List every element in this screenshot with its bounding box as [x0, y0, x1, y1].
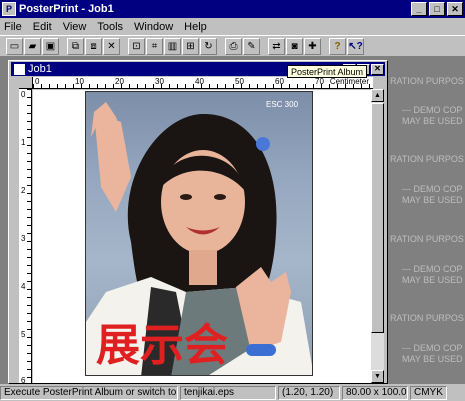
- duplicate-icon[interactable]: ⧈: [85, 37, 102, 55]
- ruler-unit: Centimeter: [329, 77, 369, 86]
- ruler-corner: [19, 77, 33, 89]
- scroll-up-arrow[interactable]: ▲: [371, 89, 384, 102]
- watermark-line: RATION PURPOS: [390, 76, 464, 86]
- menu-bar: File Edit View Tools Window Help: [0, 18, 465, 35]
- tiles-icon[interactable]: ⊞: [182, 37, 199, 55]
- ruler-tick-label: 0: [21, 90, 26, 99]
- menu-view[interactable]: View: [63, 21, 87, 33]
- menu-tools[interactable]: Tools: [97, 21, 123, 33]
- minimize-button[interactable]: _: [411, 2, 427, 16]
- app-window: P PosterPrint - Job1 _ □ ✕ File Edit Vie…: [0, 0, 465, 401]
- save-icon[interactable]: ▣: [42, 37, 59, 55]
- refresh-icon[interactable]: ↻: [200, 37, 217, 55]
- demo-watermark-pane: RATION PURPOS --- DEMO COP MAY BE USED R…: [388, 57, 465, 384]
- watermark-line: RATION PURPOS: [390, 234, 464, 244]
- watermark-line: --- DEMO COP: [402, 264, 463, 274]
- doc-close-button[interactable]: ✕: [371, 63, 384, 75]
- context-help-icon[interactable]: ↖?: [347, 37, 364, 55]
- photo-tag: ESC 300: [266, 100, 299, 109]
- menu-help[interactable]: Help: [184, 21, 207, 33]
- poster-photo[interactable]: ESC 300 展示会: [85, 91, 313, 376]
- status-file: tenjikai.eps: [180, 385, 276, 400]
- title-bar: P PosterPrint - Job1 _ □ ✕: [0, 0, 465, 18]
- ruler-tick-label: 1: [21, 138, 26, 147]
- window-title: PosterPrint - Job1: [19, 3, 114, 15]
- frame-icon[interactable]: ⊡: [128, 37, 145, 55]
- watermark-line: --- DEMO COP: [402, 343, 463, 353]
- crop-icon[interactable]: ⌗: [146, 37, 163, 55]
- pen-icon[interactable]: ✎: [243, 37, 260, 55]
- print-icon[interactable]: ⎙: [225, 37, 242, 55]
- menu-window[interactable]: Window: [134, 21, 173, 33]
- watermark-line: RATION PURPOS: [390, 313, 464, 323]
- page-canvas[interactable]: ESC 300 展示会: [33, 90, 373, 383]
- status-coords: (1.20, 1.20): [278, 385, 340, 400]
- ruler-tick-label: 5: [21, 330, 26, 339]
- close-button[interactable]: ✕: [447, 2, 463, 16]
- status-color-mode: CMYK: [410, 385, 447, 400]
- document-icon[interactable]: [14, 63, 25, 75]
- help-icon[interactable]: ?: [329, 37, 346, 55]
- app-icon[interactable]: P: [2, 2, 16, 16]
- vertical-scrollbar[interactable]: ▲ ▼: [371, 89, 384, 383]
- horizontal-ruler: 0 10 20 30 40 50 60 70: [33, 77, 373, 89]
- maximize-button[interactable]: □: [429, 2, 445, 16]
- album-icon[interactable]: ✚: [304, 37, 321, 55]
- transfer-icon[interactable]: ⇄: [268, 37, 285, 55]
- scroll-down-arrow[interactable]: ▼: [371, 370, 384, 383]
- layout-icon[interactable]: ▥: [164, 37, 181, 55]
- new-icon[interactable]: ▭: [6, 37, 23, 55]
- tooltip: PosterPrint Album: [287, 65, 368, 78]
- status-size: 80.00 x 100.05: [342, 385, 408, 400]
- toolbar: ▭ ▰ ▣ ⧉ ⧈ ✕ ⊡ ⌗ ▥ ⊞ ↻ ⎙ ✎ ⇄ ◙ ✚ ? ↖?: [0, 35, 465, 57]
- photo-illustration: ESC 300 展示会: [86, 100, 312, 375]
- watermark-line: MAY BE USED: [402, 116, 463, 126]
- watermark-line: MAY BE USED: [402, 275, 463, 285]
- status-bar: Execute PosterPrint Album or switch to t…: [0, 384, 465, 401]
- camera-icon[interactable]: ◙: [286, 37, 303, 55]
- photo-caption: 展示会: [96, 320, 228, 371]
- ruler-tick-label: 3: [21, 234, 26, 243]
- scroll-thumb[interactable]: [371, 103, 384, 333]
- watermark-line: MAY BE USED: [402, 195, 463, 205]
- document-window: Job1 _ □ ✕ 0 10 20 30 40 50 60 70 Centim…: [8, 60, 388, 385]
- watermark-line: --- DEMO COP: [402, 184, 463, 194]
- ruler-tick-label: 2: [21, 186, 26, 195]
- open-icon[interactable]: ▰: [24, 37, 41, 55]
- ruler-tick-label: 4: [21, 282, 26, 291]
- watermark-line: --- DEMO COP: [402, 105, 463, 115]
- status-message: Execute PosterPrint Album or switch to t…: [0, 385, 178, 400]
- menu-file[interactable]: File: [4, 21, 22, 33]
- watermark-line: MAY BE USED: [402, 354, 463, 364]
- delete-icon[interactable]: ✕: [103, 37, 120, 55]
- vertical-ruler: 0 1 2 3 4 5 6: [19, 89, 32, 385]
- copy-page-icon[interactable]: ⧉: [67, 37, 84, 55]
- menu-edit[interactable]: Edit: [33, 21, 52, 33]
- watermark-line: RATION PURPOS: [390, 154, 464, 164]
